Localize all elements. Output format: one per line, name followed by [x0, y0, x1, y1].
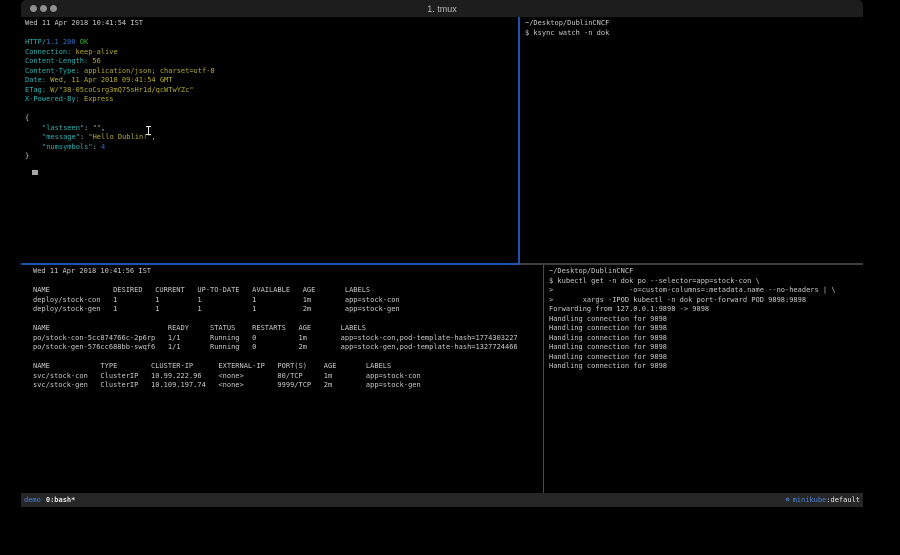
http-header-line: Date: Wed, 11 Apr 2018 09:41:54 GMT	[25, 76, 522, 86]
header-name: Content-Type:	[25, 67, 80, 75]
status-left: demo 0:bash*	[24, 496, 75, 504]
pods-table: NAME READY STATUS RESTARTS AGE LABELS po…	[33, 324, 555, 353]
cwd-line: ~/Desktop/DublinCNCF	[525, 19, 863, 29]
json-separator: :	[84, 124, 92, 132]
http-status-line: HTTP/1.1 200 OK	[25, 38, 522, 48]
http-header-line: Content-Length: 56	[25, 57, 522, 67]
http-protocol: HTTP/	[25, 38, 46, 46]
close-window-button[interactable]	[30, 5, 37, 12]
command-line: $ ksync watch -n dok	[525, 29, 863, 39]
pane-ksync[interactable]: ~/Desktop/DublinCNCF $ ksync watch -n do…	[520, 17, 863, 265]
json-close-brace: }	[25, 152, 522, 162]
blank-line	[25, 29, 522, 39]
pane-http-response[interactable]: Wed 11 Apr 2018 10:41:54 IST HTTP/1.1 20…	[21, 17, 522, 265]
pane-port-forward[interactable]: ~/Desktop/DublinCNCF $ kubectl get -n do…	[544, 265, 863, 493]
http-header-line: ETag: W/"38-05coCsrg3mQ75sHr1d/qcWTwYZc"	[25, 86, 522, 96]
terminal-cursor	[32, 170, 38, 175]
json-key: "numsymbols"	[42, 143, 93, 151]
zoom-window-button[interactable]	[50, 5, 57, 12]
header-name: Content-Length:	[25, 57, 88, 65]
kube-context: minikube	[793, 496, 827, 504]
kubernetes-wheel-icon: ☸	[785, 496, 789, 504]
minimize-window-button[interactable]	[40, 5, 47, 12]
header-value: 56	[92, 57, 100, 65]
header-name: Connection:	[25, 48, 71, 56]
json-value: ""	[93, 124, 101, 132]
terminal-window: 1. tmux Wed 11 Apr 2018 10:41:54 IST HTT…	[21, 0, 863, 516]
header-name: X-Powered-By:	[25, 95, 80, 103]
header-value: application/json; charset=utf-8	[84, 67, 215, 75]
blank-line	[25, 105, 522, 115]
header-value: W/"38-05coCsrg3mQ75sHr1d/qcWTwYZc"	[50, 86, 193, 94]
session-name: demo	[24, 496, 41, 504]
json-field-line: "numsymbols": 4	[25, 143, 522, 153]
mouse-ibeam-cursor	[146, 126, 151, 135]
json-field-line: "message": "Hello Dublin!",	[25, 133, 522, 143]
header-value: Wed, 11 Apr 2018 09:41:54 GMT	[50, 76, 172, 84]
json-value: "Hello Dublin!"	[88, 133, 151, 141]
port-forward-output: ~/Desktop/DublinCNCF $ kubectl get -n do…	[549, 267, 863, 372]
window-tab-bash[interactable]: 0:bash*	[46, 496, 76, 504]
json-separator: :	[93, 143, 101, 151]
header-name: Date:	[25, 76, 46, 84]
active-pane-border-horizontal[interactable]	[21, 263, 520, 265]
http-version-code: 1.1 200	[46, 38, 76, 46]
header-value: Express	[84, 95, 114, 103]
pane-divider-vertical[interactable]	[543, 265, 544, 493]
json-value: 4	[101, 143, 105, 151]
deployments-table: NAME DESIRED CURRENT UP-TO-DATE AVAILABL…	[33, 286, 555, 315]
services-table: NAME TYPE CLUSTER-IP EXTERNAL-IP PORT(S)…	[33, 362, 555, 391]
pane-divider-horizontal[interactable]	[520, 263, 863, 265]
timestamp-line: Wed 11 Apr 2018 10:41:54 IST	[25, 19, 522, 29]
window-titlebar[interactable]: 1. tmux	[21, 0, 863, 17]
status-right: ☸ minikube :default	[785, 496, 860, 504]
header-name: ETag:	[25, 86, 46, 94]
http-header-line: Connection: keep-alive	[25, 48, 522, 58]
tmux-status-bar: demo 0:bash* ☸ minikube :default	[21, 493, 863, 507]
json-key: "lastseen"	[42, 124, 84, 132]
active-pane-border-vertical[interactable]	[518, 17, 520, 263]
window-title: 1. tmux	[21, 4, 863, 14]
timestamp-line: Wed 11 Apr 2018 10:41:56 IST	[33, 267, 555, 277]
json-key: "message"	[42, 133, 80, 141]
http-header-line: X-Powered-By: Express	[25, 95, 522, 105]
json-comma: ,	[101, 124, 105, 132]
pane-kubectl-get[interactable]: Wed 11 Apr 2018 10:41:56 IST NAME DESIRE…	[21, 265, 555, 493]
header-value: keep-alive	[76, 48, 118, 56]
traffic-lights	[30, 0, 57, 17]
http-header-line: Content-Type: application/json; charset=u…	[25, 67, 522, 77]
blank-line	[33, 277, 555, 287]
json-comma: ,	[152, 133, 156, 141]
blank-line	[33, 315, 555, 325]
tmux-session: Wed 11 Apr 2018 10:41:54 IST HTTP/1.1 20…	[21, 17, 863, 493]
blank-line	[33, 353, 555, 363]
json-open-brace: {	[25, 114, 522, 124]
json-field-line: "lastseen": "",	[25, 124, 522, 134]
http-status-text: OK	[80, 38, 88, 46]
kube-namespace: :default	[826, 496, 860, 504]
